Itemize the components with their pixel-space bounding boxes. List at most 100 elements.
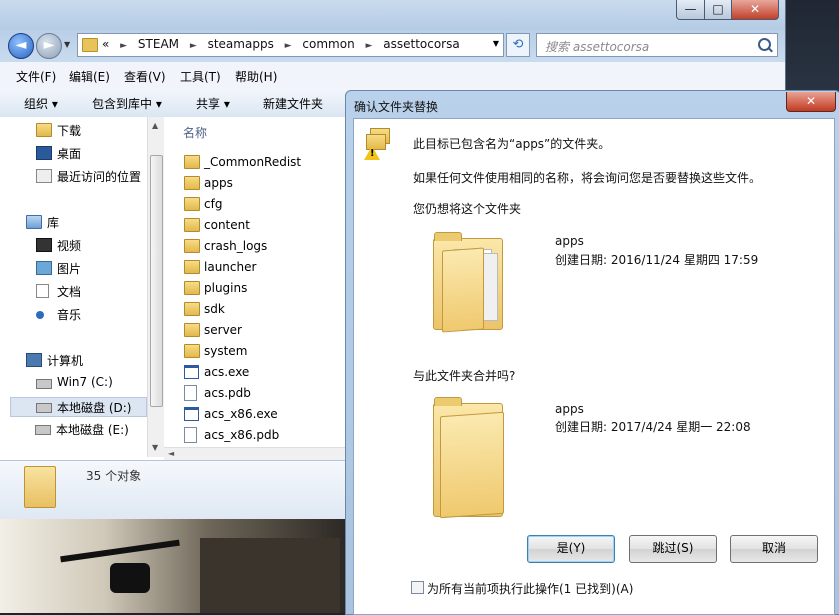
- breadcrumb-separator-icon[interactable]: ►: [366, 41, 373, 51]
- folder-icon: [184, 281, 200, 295]
- refresh-icon[interactable]: ⟲: [506, 33, 530, 57]
- file-name: system: [204, 344, 248, 358]
- sidebar-item-drive-e[interactable]: 本地磁盘 (E:): [10, 420, 145, 438]
- list-item[interactable]: server: [184, 320, 344, 340]
- breadcrumb-separator-icon[interactable]: ►: [285, 41, 292, 51]
- file-name: acs.pdb: [204, 386, 251, 400]
- sidebar-group-label: 计算机: [47, 354, 84, 368]
- download-folder-icon: [36, 123, 52, 137]
- breadcrumb-item-common[interactable]: common: [302, 37, 354, 51]
- menu-edit[interactable]: 编辑(E): [69, 68, 110, 85]
- organize-button[interactable]: 组织 ▾: [24, 95, 58, 112]
- scroll-thumb[interactable]: [150, 155, 163, 407]
- breadcrumb-item-steam[interactable]: STEAM: [138, 37, 179, 51]
- maximize-button[interactable]: □: [704, 0, 732, 20]
- video-icon: [36, 238, 52, 252]
- address-bar[interactable]: « ► STEAM ► steamapps ► common ► assetto…: [77, 33, 504, 57]
- sidebar-item-recent[interactable]: 最近访问的位置: [36, 167, 144, 185]
- list-item[interactable]: sdk: [184, 299, 344, 319]
- sidebar-item-label: Win7 (C:): [57, 375, 113, 389]
- sidebar-item-drive-d[interactable]: 本地磁盘 (D:): [10, 397, 147, 417]
- cancel-button[interactable]: 取消: [730, 535, 818, 563]
- yes-button[interactable]: 是(Y): [527, 535, 615, 563]
- sidebar-item-label: 本地磁盘 (D:): [57, 401, 132, 415]
- watermark-h-logo: H: [669, 564, 713, 612]
- skip-button[interactable]: 跳过(S): [629, 535, 717, 563]
- new-folder-button[interactable]: 新建文件夹: [263, 95, 323, 112]
- address-dropdown-icon[interactable]: ▼: [493, 39, 499, 48]
- list-item[interactable]: crash_logs: [184, 236, 344, 256]
- dialog-message-files: 如果任何文件使用相同的名称，将会询问您是否要替换这些文件。: [413, 171, 762, 185]
- search-icon[interactable]: [758, 38, 771, 51]
- navigation-scrollbar[interactable]: ▲ ▼: [147, 117, 164, 457]
- explorer-titlebar[interactable]: [0, 0, 785, 30]
- back-button[interactable]: ◄: [8, 33, 34, 59]
- list-item[interactable]: acs_x86.pdb: [184, 425, 344, 445]
- sidebar-item-pictures[interactable]: 图片: [36, 259, 144, 277]
- sidebar-item-videos[interactable]: 视频: [36, 236, 144, 254]
- menu-view[interactable]: 查看(V): [124, 68, 166, 85]
- list-item[interactable]: acs_x86.exe: [184, 404, 344, 424]
- sidebar-item-label: 图片: [57, 262, 82, 276]
- list-item[interactable]: acs.pdb: [184, 383, 344, 403]
- folder-icon: [184, 239, 200, 253]
- breadcrumb-separator-icon[interactable]: ►: [190, 41, 197, 51]
- file-icon: [184, 427, 197, 443]
- menu-file[interactable]: 文件(F): [16, 68, 56, 85]
- share-button[interactable]: 共享 ▾: [196, 95, 230, 112]
- scroll-up-icon[interactable]: ▲: [152, 121, 158, 130]
- file-name: apps: [204, 176, 233, 190]
- document-icon: [36, 284, 49, 298]
- scroll-left-icon[interactable]: ◄: [168, 449, 174, 458]
- minimize-button[interactable]: —: [676, 0, 705, 20]
- include-in-library-button[interactable]: 包含到库中 ▾: [92, 95, 162, 112]
- dialog-close-button[interactable]: ✕: [786, 92, 836, 112]
- horizontal-scrollbar[interactable]: ◄: [164, 447, 348, 461]
- apply-to-all-label[interactable]: 为所有当前项执行此操作(1 已找到)(A): [427, 580, 633, 597]
- breadcrumb-item-steamapps[interactable]: steamapps: [208, 37, 274, 51]
- menu-tools[interactable]: 工具(T): [180, 68, 221, 85]
- list-item[interactable]: content: [184, 215, 344, 235]
- sidebar-item-documents[interactable]: 文档: [36, 282, 144, 300]
- breadcrumb-separator-icon[interactable]: ►: [120, 41, 127, 51]
- sidebar-item-desktop[interactable]: 桌面: [36, 144, 144, 162]
- watermark-logo: H 嗨跑赛车 HiPole.com: [663, 560, 839, 613]
- file-name: acs.exe: [204, 365, 250, 379]
- folder-icon: [184, 344, 200, 358]
- breadcrumb-item-assettocorsa[interactable]: assettocorsa: [383, 37, 459, 51]
- sidebar-item-label: 本地磁盘 (E:): [56, 423, 129, 437]
- breadcrumb-overflow[interactable]: «: [102, 37, 109, 51]
- folder-icon: [82, 38, 98, 52]
- menu-help[interactable]: 帮助(H): [235, 68, 277, 85]
- watermark-chinese: 嗨跑赛车: [717, 568, 817, 596]
- source-folder-icon[interactable]: [433, 232, 503, 333]
- scroll-down-icon[interactable]: ▼: [152, 443, 158, 452]
- forward-button[interactable]: ►: [36, 33, 62, 59]
- target-folder-icon[interactable]: [433, 397, 504, 519]
- folder-icon: [184, 218, 200, 232]
- sidebar-item-label: 文档: [57, 285, 82, 299]
- sidebar-item-drive-c[interactable]: Win7 (C:): [36, 374, 144, 392]
- column-header-name[interactable]: 名称: [183, 124, 207, 141]
- list-item[interactable]: plugins: [184, 278, 344, 298]
- sidebar-item-music[interactable]: 音乐: [36, 305, 144, 323]
- list-item[interactable]: acs.exe: [184, 362, 344, 382]
- sidebar-item-label: 下载: [57, 124, 82, 138]
- drive-icon: [36, 403, 52, 413]
- close-button[interactable]: ✕: [731, 0, 779, 20]
- dialog-question-merge: 您仍想将这个文件夹: [413, 202, 522, 216]
- list-item[interactable]: system: [184, 341, 344, 361]
- computer-icon: [26, 353, 42, 367]
- source-folder-name[interactable]: apps: [555, 234, 584, 248]
- folder-icon: [184, 323, 200, 337]
- list-item[interactable]: launcher: [184, 257, 344, 277]
- list-item[interactable]: apps: [184, 173, 344, 193]
- target-folder-name[interactable]: apps: [555, 402, 584, 416]
- apply-to-all-checkbox[interactable]: [411, 581, 424, 594]
- list-item[interactable]: _CommonRedist: [184, 152, 344, 172]
- search-input[interactable]: 搜索 assettocorsa: [536, 33, 778, 57]
- sidebar-item-downloads[interactable]: 下载: [36, 121, 144, 139]
- list-item[interactable]: cfg: [184, 194, 344, 214]
- recent-pages-dropdown-icon[interactable]: ▼: [64, 40, 70, 49]
- dialog-message-exists: 此目标已包含名为“apps”的文件夹。: [413, 137, 611, 151]
